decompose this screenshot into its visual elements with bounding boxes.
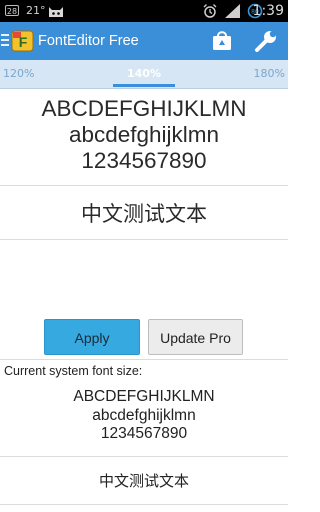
font-scale-tabs: 120% 140% 180%: [0, 60, 288, 89]
menu-icon[interactable]: [1, 34, 9, 46]
apply-button[interactable]: Apply: [44, 319, 140, 355]
store-bag-icon[interactable]: [210, 28, 234, 52]
current-uppercase: ABCDEFGHIJKLMN: [73, 388, 215, 405]
notification-badge: 28: [5, 5, 19, 16]
selected-tab-indicator: [113, 84, 175, 87]
preview-digits: 1234567890: [81, 148, 207, 173]
current-digits: 1234567890: [100, 425, 188, 442]
status-bar: 28 21° 80 1:39: [0, 0, 288, 22]
preview-latin-text: ABCDEFGHIJKLMN abcdefghijklmn 1234567890: [0, 96, 288, 174]
preview-uppercase: ABCDEFGHIJKLMN: [41, 96, 247, 121]
preview-chinese: 中文测试文本: [81, 202, 207, 226]
divider: [0, 456, 288, 457]
divider: [0, 504, 288, 505]
update-pro-button[interactable]: Update Pro: [148, 319, 243, 355]
temperature-text: 21°: [26, 4, 46, 17]
tab-180[interactable]: 180%: [254, 60, 285, 88]
current-latin-text: ABCDEFGHIJKLMN abcdefghijklmn 1234567890: [0, 388, 288, 444]
current-lowercase: abcdefghijklmn: [92, 406, 196, 424]
app-logo-letter: F: [19, 34, 28, 50]
cat-icon: [47, 0, 65, 22]
current-size-label: Current system font size:: [4, 364, 143, 378]
action-bar: F FontEditor Free: [0, 22, 288, 60]
divider: [0, 359, 288, 360]
current-chinese: 中文测试文本: [98, 472, 189, 490]
app-logo-icon[interactable]: F: [11, 28, 35, 52]
clock-text: 1:39: [252, 3, 284, 19]
divider: [0, 185, 288, 186]
wrench-icon[interactable]: [253, 28, 279, 54]
signal-icon: [224, 0, 242, 22]
alarm-icon: [202, 0, 218, 22]
divider: [0, 239, 288, 240]
app-title: FontEditor Free: [38, 33, 139, 49]
preview-lowercase: abcdefghijklmn: [68, 122, 220, 147]
